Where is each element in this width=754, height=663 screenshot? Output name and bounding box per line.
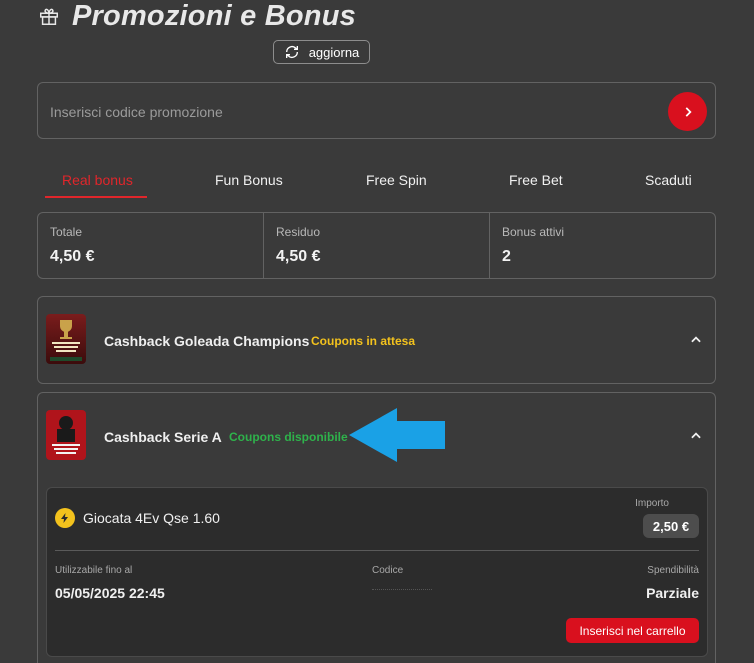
bonus-status-badge: Coupons disponibile <box>229 430 348 444</box>
page-header: Promozioni e Bonus <box>38 0 356 32</box>
spendability-value: Parziale <box>646 585 699 601</box>
divider <box>55 550 699 551</box>
tab-free-spin[interactable]: Free Spin <box>366 172 427 188</box>
bonus-summary: Totale 4,50 € Residuo 4,50 € Bonus attiv… <box>37 212 716 279</box>
bonus-thumbnail <box>46 410 86 460</box>
bonus-title: Cashback Serie A <box>104 429 222 445</box>
refresh-icon <box>285 46 298 58</box>
bonus-card-goleada: Cashback Goleada Champions Coupons in at… <box>37 296 716 384</box>
bonus-card-header[interactable]: Cashback Goleada Champions Coupons in at… <box>38 297 715 383</box>
chevron-up-icon[interactable] <box>689 333 703 347</box>
bonus-thumbnail <box>46 314 86 364</box>
spendability-label: Spendibilità <box>647 565 699 576</box>
tab-free-bet[interactable]: Free Bet <box>509 172 563 188</box>
summary-bonus-attivi: Bonus attivi 2 <box>490 213 715 278</box>
valid-until-label: Utilizzabile fino al <box>55 565 133 576</box>
refresh-button[interactable]: aggiorna <box>273 40 370 64</box>
amount-value: 2,50 € <box>643 514 699 538</box>
bonus-thumbnail-image <box>46 410 86 460</box>
amount-label: Importo <box>635 498 669 509</box>
page-title: Promozioni e Bonus <box>72 0 356 32</box>
lightning-icon <box>55 508 75 528</box>
gift-icon <box>40 8 58 25</box>
valid-until-value: 05/05/2025 22:45 <box>55 585 165 601</box>
code-value-hidden <box>372 588 432 590</box>
active-tab-indicator <box>45 196 147 198</box>
summary-label: Residuo <box>276 225 321 239</box>
tab-scaduti[interactable]: Scaduti <box>645 172 692 188</box>
bonus-title: Cashback Goleada Champions <box>104 333 310 349</box>
refresh-label: aggiorna <box>308 44 360 60</box>
summary-label: Bonus attivi <box>502 225 565 239</box>
promo-code-box <box>37 82 716 140</box>
tab-real-bonus[interactable]: Real bonus <box>62 172 133 188</box>
bonus-tabs: Real bonus Fun Bonus Free Spin Free Bet … <box>37 166 716 200</box>
add-to-cart-button[interactable]: Inserisci nel carrello <box>566 618 699 643</box>
annotation-arrow-icon <box>349 408 445 462</box>
chevron-right-icon <box>685 106 692 117</box>
coupon-card: Giocata 4Ev Qse 1.60 Importo 2,50 € Util… <box>46 487 708 657</box>
summary-value: 2 <box>502 248 511 265</box>
summary-value: 4,50 € <box>276 248 321 265</box>
promo-submit-button[interactable] <box>668 92 707 131</box>
tab-fun-bonus[interactable]: Fun Bonus <box>215 172 283 188</box>
bonus-thumbnail-image <box>46 314 86 364</box>
promo-code-input[interactable] <box>48 83 652 140</box>
chevron-up-icon[interactable] <box>689 429 703 443</box>
code-label: Codice <box>372 565 404 576</box>
bonus-status-badge: Coupons in attesa <box>311 334 416 348</box>
summary-totale: Totale 4,50 € <box>38 213 264 278</box>
summary-residuo: Residuo 4,50 € <box>264 213 490 278</box>
summary-label: Totale <box>50 225 83 239</box>
coupon-name: Giocata 4Ev Qse 1.60 <box>83 510 220 526</box>
summary-value: 4,50 € <box>50 248 95 265</box>
